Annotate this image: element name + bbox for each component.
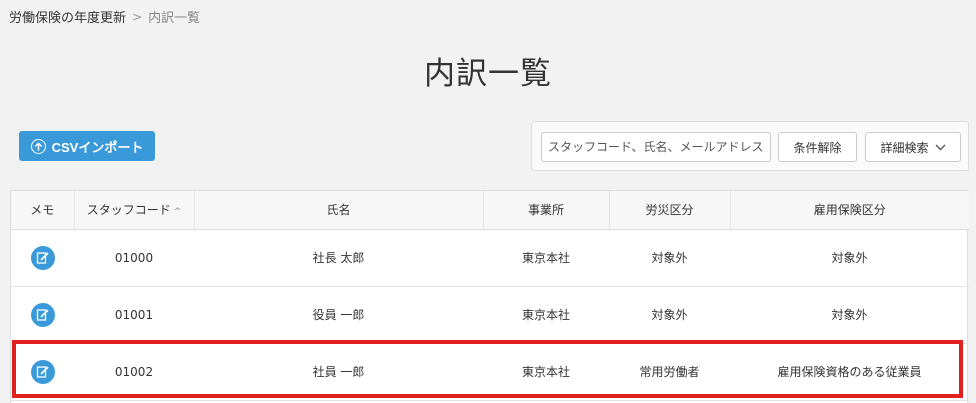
page-title: 内訳一覧 xyxy=(424,56,552,92)
detail-search-label: 詳細検索 xyxy=(880,140,929,155)
cell-name: 社長 太郎 xyxy=(194,229,483,287)
breadcrumb-parent-link[interactable]: 労働保険の年度更新 xyxy=(9,7,126,26)
breadcrumb-current: 内訳一覧 xyxy=(148,11,201,26)
column-header-memo: メモ xyxy=(11,191,75,230)
clear-conditions-button[interactable]: 条件解除 xyxy=(778,132,857,162)
column-header-koyo: 雇用保険区分 xyxy=(730,191,969,230)
search-input[interactable] xyxy=(541,132,771,162)
cell-name: 役員 一郎 xyxy=(194,286,483,344)
table-row[interactable]: 01000 社長 太郎 東京本社 対象外 対象外 xyxy=(11,229,969,287)
column-header-staff-code[interactable]: スタッフコード ^ xyxy=(74,191,195,230)
cell-koyo: 雇用保険資格のある従業員 xyxy=(730,343,969,401)
breadcrumb-separator: > xyxy=(132,9,143,24)
clear-conditions-label: 条件解除 xyxy=(793,140,842,155)
chevron-down-icon xyxy=(935,140,946,154)
cell-staff-code: 01000 xyxy=(74,229,194,287)
csv-import-label: CSVインポート xyxy=(51,139,144,155)
cell-rosai: 対象外 xyxy=(609,229,730,287)
cell-office: 東京本社 xyxy=(483,286,609,344)
cell-rosai: 対象外 xyxy=(609,286,730,344)
column-header-name: 氏名 xyxy=(194,191,484,230)
cell-koyo: 対象外 xyxy=(730,286,969,344)
detail-search-button[interactable]: 詳細検索 xyxy=(865,132,961,162)
memo-edit-icon[interactable] xyxy=(30,245,55,270)
cell-office: 東京本社 xyxy=(483,229,609,287)
column-header-rosai: 労災区分 xyxy=(609,191,731,230)
upload-circle-icon xyxy=(30,138,46,154)
table-row[interactable]: 01001 役員 一郎 東京本社 対象外 対象外 xyxy=(11,286,969,344)
search-panel: 条件解除 詳細検索 xyxy=(531,121,969,171)
breadcrumb: 労働保険の年度更新 > 内訳一覧 xyxy=(9,7,201,27)
staff-table: メモ スタッフコード ^ 氏名 事業所 労災区分 雇用保険区分 01000 社長 … xyxy=(10,190,969,403)
table-header-row: メモ スタッフコード ^ 氏名 事業所 労災区分 雇用保険区分 xyxy=(11,191,969,230)
cell-staff-code: 01001 xyxy=(74,286,194,344)
memo-edit-icon[interactable] xyxy=(30,302,55,327)
sort-asc-icon: ^ xyxy=(173,207,182,218)
column-header-office: 事業所 xyxy=(483,191,610,230)
cell-koyo: 対象外 xyxy=(730,229,969,287)
table-row[interactable]: 01002 社員 一郎 東京本社 常用労働者 雇用保険資格のある従業員 xyxy=(11,343,969,401)
cell-staff-code: 01002 xyxy=(74,343,194,401)
cell-office: 東京本社 xyxy=(483,343,609,401)
csv-import-button[interactable]: CSVインポート xyxy=(19,131,155,161)
cell-rosai: 常用労働者 xyxy=(609,343,730,401)
memo-edit-icon[interactable] xyxy=(30,359,55,384)
cell-name: 社員 一郎 xyxy=(194,343,483,401)
